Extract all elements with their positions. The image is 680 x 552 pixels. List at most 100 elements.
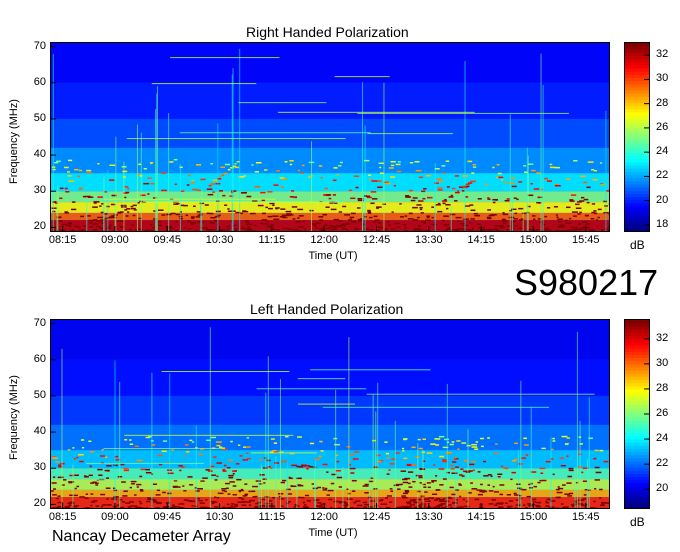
intensity-speck [245,446,251,448]
colorbar-segment [625,354,649,359]
intensity-speck [217,492,224,495]
intensity-speck [495,502,501,505]
intensity-speck [448,504,452,506]
intensity-speck [580,504,585,506]
intensity-speck [240,212,243,215]
intensity-speck [502,212,505,214]
intensity-speck [67,175,72,177]
intensity-speck [267,215,273,218]
intensity-speck [327,498,333,501]
intensity-speck [169,161,174,163]
intensity-streak [372,394,374,508]
colorbar-segment [625,108,649,113]
intensity-speck [69,225,72,227]
intensity-speck [125,191,130,194]
intensity-speck [586,226,590,229]
colorbar-tick-label: 26 [656,120,669,133]
intensity-speck [152,483,157,485]
intensity-speck [210,436,216,439]
intensity-speck [71,208,77,211]
colorbar-segment [625,404,649,409]
intensity-speck [523,165,527,167]
colorbar-segment [625,80,649,85]
intensity-speck [413,506,418,508]
intensity-speck [100,493,106,496]
intensity-speck [136,459,143,462]
intensity-speck [487,474,492,476]
intensity-speck [388,224,391,226]
intensity-speck [433,499,439,501]
intensity-speck [335,470,341,472]
intensity-speck [231,503,234,505]
intensity-speck [528,483,531,486]
intensity-speck [221,506,226,508]
colorbar-segment [625,61,649,66]
intensity-speck [284,161,288,163]
intensity-speck [560,464,566,467]
intensity-speck [450,194,453,197]
intensity-speck [297,208,304,211]
intensity-speck [90,504,93,507]
colorbar-segment [625,423,649,428]
intensity-speck [566,455,569,457]
intensity-speck [87,215,91,217]
intensity-speck [578,499,585,501]
intensity-speck [441,507,446,508]
intensity-speck [564,443,569,446]
intensity-speck [191,500,195,502]
colorbar-segment [625,115,649,119]
intensity-speck [336,476,343,479]
intensity-speck [308,176,311,178]
intensity-speck [171,504,175,507]
interference-line [277,111,475,113]
intensity-speck [568,469,574,472]
intensity-speck [233,230,239,231]
intensity-speck [74,494,78,497]
intensity-speck [568,492,574,495]
intensity-speck [64,187,68,190]
intensity-speck [344,223,351,225]
intensity-speck [74,474,79,476]
colorbar-segment [625,442,649,446]
intensity-speck [371,180,378,182]
intensity-speck [368,216,373,219]
intensity-speck [65,506,70,508]
intensity-speck [518,207,524,210]
intensity-speck [472,166,477,168]
intensity-speck [389,463,396,465]
intensity-speck [426,506,430,508]
intensity-speck [431,206,435,208]
intensity-speck [402,478,408,481]
intensity-speck [248,490,251,493]
colorbar-segment [625,58,649,63]
colorbar-segment [625,464,649,468]
intensity-speck [90,493,94,495]
intensity-speck [81,229,87,231]
intensity-speck [413,219,419,221]
colorbar-segment [625,43,649,47]
intensity-speck [438,435,445,438]
intensity-speck [503,222,507,224]
intensity-speck [478,226,485,229]
intensity-speck [248,228,252,230]
intensity-speck [129,439,132,441]
intensity-speck [391,211,394,213]
intensity-speck [267,191,273,193]
intensity-speck [593,210,597,212]
intensity-speck [490,475,493,478]
intensity-speck [162,491,166,494]
intensity-speck [162,440,168,442]
intensity-speck [86,171,93,174]
intensity-speck [470,218,475,220]
intensity-speck [439,484,444,486]
intensity-speck [463,470,468,473]
intensity-speck [320,177,323,179]
intensity-speck [346,488,349,491]
x-tick-label: 14:15 [467,234,495,246]
intensity-speck [174,183,177,185]
intensity-speck [349,467,356,470]
intensity-speck [451,441,455,443]
intensity-speck [409,499,414,502]
intensity-speck [59,187,64,190]
intensity-speck [129,486,133,489]
